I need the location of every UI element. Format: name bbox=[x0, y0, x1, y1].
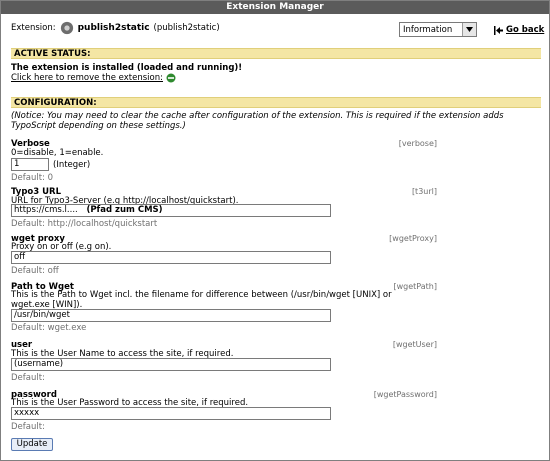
configuration-notice: (Notice: You may need to clear the cache… bbox=[11, 111, 504, 131]
wget-password-key: [wgetPassword] bbox=[373, 390, 437, 399]
wget-path-description: This is the Path to Wget incl. the filen… bbox=[11, 290, 392, 310]
extension-manager-window: Extension Manager Extension: publish2sta… bbox=[0, 0, 550, 461]
wget-proxy-input[interactable]: off bbox=[11, 251, 331, 264]
extension-header: Extension: publish2static (publish2stati… bbox=[11, 21, 220, 35]
verbose-type-hint: (Integer) bbox=[53, 160, 91, 170]
t3url-key: [t3url] bbox=[411, 187, 437, 196]
verbose-input[interactable]: 1 bbox=[11, 158, 49, 171]
extension-label: Extension: bbox=[11, 23, 56, 33]
wget-proxy-default: Default: off bbox=[11, 266, 59, 276]
t3url-value: https://cms.l.... bbox=[14, 205, 78, 215]
active-status-heading: ACTIVE STATUS: bbox=[11, 48, 541, 59]
verbose-key: [verbose] bbox=[398, 139, 437, 148]
wget-proxy-key: [wgetProxy] bbox=[389, 234, 437, 243]
remove-extension-link[interactable]: Click here to remove the extension: bbox=[11, 73, 163, 83]
verbose-default: Default: 0 bbox=[11, 173, 54, 183]
window-title: Extension Manager bbox=[1, 1, 549, 14]
chevron-down-icon[interactable] bbox=[462, 23, 476, 36]
t3url-default: Default: http://localhost/quickstart bbox=[11, 219, 158, 229]
arrow-back-icon bbox=[494, 25, 503, 35]
wget-user-key: [wgetUser] bbox=[392, 340, 437, 349]
update-button[interactable]: Update bbox=[11, 438, 53, 451]
t3url-input[interactable]: https://cms.l.... (Pfad zum CMS) bbox=[11, 204, 331, 217]
wget-user-default: Default: bbox=[11, 373, 45, 383]
wget-password-input[interactable]: xxxxx bbox=[11, 407, 331, 420]
function-menu-value: Information bbox=[403, 24, 453, 35]
extension-key: (publish2static) bbox=[153, 23, 220, 33]
go-back-label[interactable]: Go back bbox=[506, 25, 544, 35]
remove-extension-row: Click here to remove the extension: bbox=[11, 73, 176, 83]
wget-password-default: Default: bbox=[11, 422, 45, 432]
verbose-description: 0=disable, 1=enable. bbox=[11, 148, 104, 158]
extension-name: publish2static bbox=[77, 23, 150, 33]
go-back-link[interactable]: Go back bbox=[494, 25, 544, 35]
gear-icon bbox=[60, 21, 73, 35]
installed-status-text: The extension is installed (loaded and r… bbox=[11, 63, 243, 73]
wget-path-default: Default: wget.exe bbox=[11, 323, 87, 333]
wget-path-input[interactable]: /usr/bin/wget bbox=[11, 309, 331, 322]
t3url-annotation: (Pfad zum CMS) bbox=[86, 205, 163, 215]
configuration-heading: CONFIGURATION: bbox=[11, 97, 541, 108]
remove-icon[interactable] bbox=[166, 73, 176, 83]
wget-path-key: [wgetPath] bbox=[393, 282, 438, 291]
wget-user-input[interactable]: (username) bbox=[11, 358, 331, 371]
function-menu-select[interactable]: Information bbox=[399, 22, 477, 37]
